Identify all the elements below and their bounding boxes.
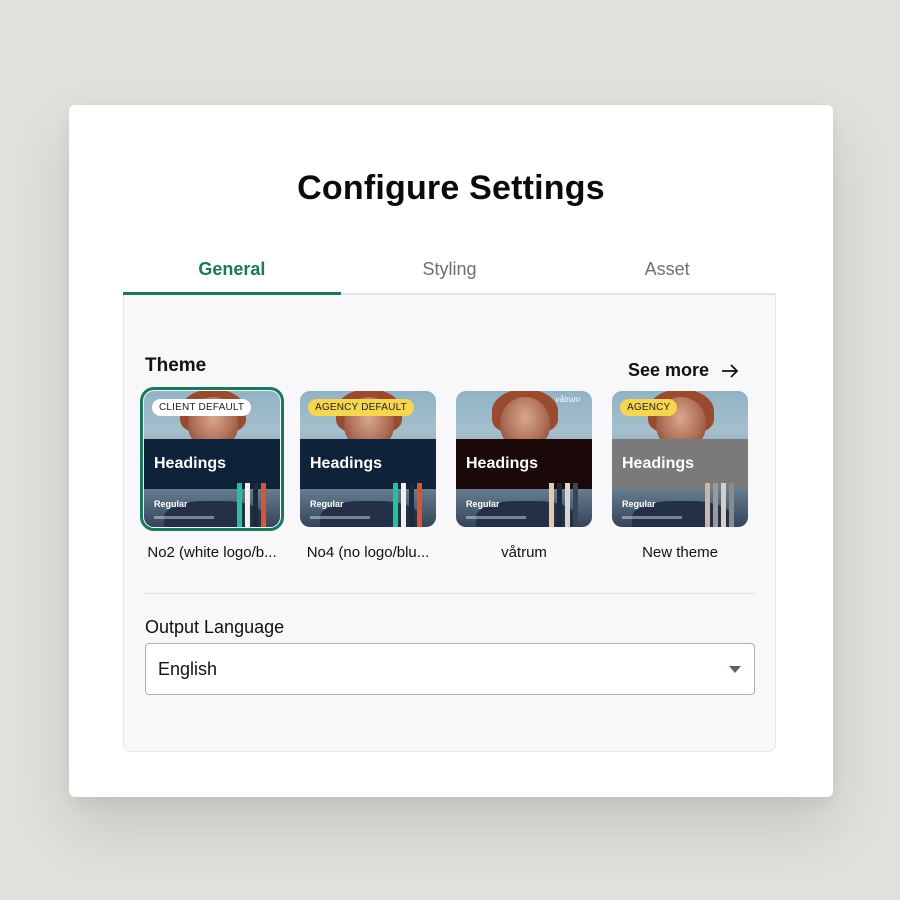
theme-card[interactable]: Headings Regular CLIENT DEFAULT No2 (whi… — [140, 387, 284, 561]
theme-name: No2 (white logo/b... — [147, 544, 277, 561]
theme-card[interactable]: Headings Regular våtrum våtrum — [456, 391, 592, 561]
theme-body-preview: Regular — [622, 499, 656, 509]
tab-bar: General Styling Asset — [123, 255, 776, 295]
configure-settings-dialog: Configure Settings General Styling Asset… — [69, 105, 833, 797]
theme-thumbnail: Headings Regular AGENCY DEFAULT — [300, 391, 436, 527]
arrow-right-icon — [722, 363, 739, 378]
theme-thumbnail: Headings Regular CLIENT DEFAULT — [140, 387, 284, 531]
theme-section-label: Theme — [145, 355, 207, 376]
general-panel: Theme See more Headings Regular CLIENT D… — [123, 295, 776, 752]
chevron-down-icon — [729, 666, 741, 673]
theme-thumbnail: Headings Regular våtrum — [456, 391, 592, 527]
theme-body-preview: Regular — [154, 499, 188, 509]
see-more-link[interactable]: See more — [628, 360, 739, 381]
tab-styling[interactable]: Styling — [341, 255, 559, 293]
theme-name: våtrum — [501, 544, 547, 561]
theme-color-swatches — [393, 483, 422, 527]
theme-card[interactable]: Headings Regular AGENCY New theme — [612, 391, 748, 561]
theme-body-preview: Regular — [466, 499, 500, 509]
theme-logo: våtrum — [555, 395, 580, 404]
section-divider — [144, 593, 755, 594]
theme-heading-preview: Headings — [612, 439, 748, 489]
theme-name: No4 (no logo/blu... — [306, 544, 430, 561]
theme-badge: AGENCY — [620, 399, 678, 416]
theme-card-list: Headings Regular CLIENT DEFAULT No2 (whi… — [140, 387, 756, 571]
output-language-select[interactable]: English — [145, 643, 755, 695]
theme-heading-preview: Headings — [456, 439, 592, 489]
theme-body-preview: Regular — [310, 499, 344, 509]
see-more-label: See more — [627, 360, 709, 380]
tab-asset[interactable]: Asset — [558, 255, 776, 293]
theme-thumbnail: Headings Regular AGENCY — [612, 391, 748, 527]
theme-badge: AGENCY DEFAULT — [308, 399, 414, 416]
output-language-label: Output Language — [145, 617, 285, 637]
theme-card[interactable]: Headings Regular AGENCY DEFAULT No4 (no … — [300, 391, 436, 561]
tab-general[interactable]: General — [123, 255, 341, 295]
theme-color-swatches — [549, 483, 578, 527]
output-language-value: English — [158, 658, 218, 679]
theme-badge: CLIENT DEFAULT — [152, 399, 252, 416]
theme-heading-preview: Headings — [144, 439, 280, 489]
theme-heading-preview: Headings — [300, 439, 436, 489]
theme-color-swatches — [705, 483, 734, 527]
theme-color-swatches — [237, 483, 266, 527]
theme-name: New theme — [642, 544, 718, 561]
dialog-title: Configure Settings — [297, 169, 605, 207]
